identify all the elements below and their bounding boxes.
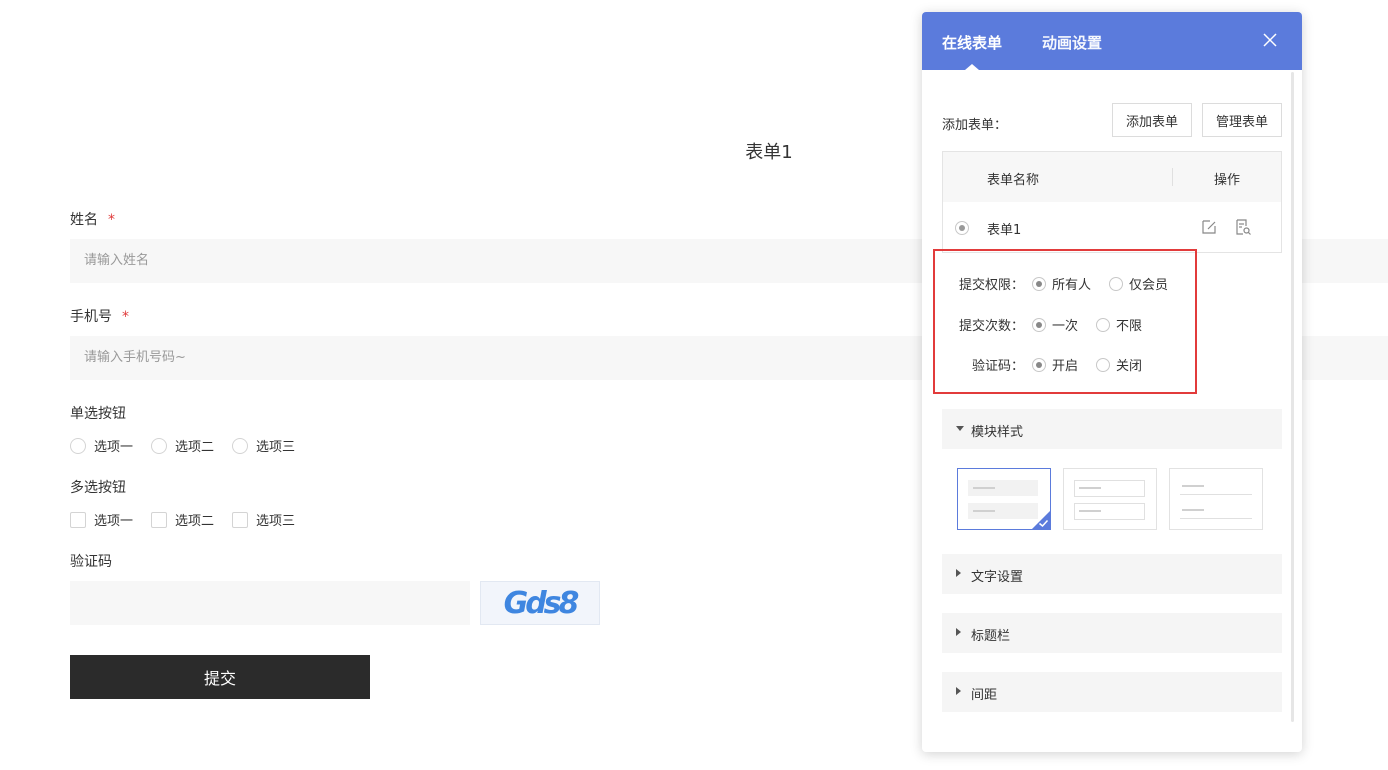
active-tab-indicator [965, 64, 979, 70]
checkbox-option-label: 选项一 [94, 514, 134, 529]
tab-online-form[interactable]: 在线表单 [942, 32, 1002, 53]
required-mark: * [108, 212, 115, 228]
captcha-setting-label: 验证码： [971, 359, 1024, 374]
radio-circle[interactable] [1032, 357, 1046, 372]
panel-header: 在线表单 动画设置 [922, 12, 1302, 70]
radio-circle[interactable] [1096, 317, 1110, 332]
form-list-table: 表单名称 操作 表单1 [942, 151, 1282, 253]
style-card-3[interactable] [1169, 468, 1263, 530]
caret-right-icon [956, 687, 961, 695]
checkbox[interactable] [232, 511, 249, 528]
section-title: 间距 [971, 688, 998, 703]
radio-option-2[interactable]: 选项二 [151, 436, 214, 455]
captcha-option-off[interactable]: 关闭 [1096, 355, 1142, 374]
section-title: 模块样式 [971, 425, 1024, 440]
radio-circle[interactable] [1032, 317, 1046, 332]
radio-option-label: 选项二 [175, 440, 215, 455]
radio-option-label: 选项三 [256, 440, 296, 455]
style-3-preview-icon [1180, 485, 1252, 519]
settings-panel: 在线表单 动画设置 添加表单： 添加表单 管理表单 表单名称 操作 表单1 提交… [922, 12, 1302, 752]
col-action: 操作 [1214, 173, 1241, 188]
checkbox-option-label: 选项二 [175, 514, 215, 529]
radio-circle[interactable] [232, 437, 249, 454]
checkbox[interactable] [70, 511, 86, 528]
col-form-name: 表单名称 [987, 173, 1040, 188]
radio-circle[interactable] [70, 437, 86, 454]
radio-circle[interactable] [1109, 276, 1123, 291]
style-card-2[interactable] [1063, 468, 1157, 530]
option-label: 不限 [1116, 319, 1143, 334]
radio-option-1[interactable]: 选项一 [70, 436, 133, 455]
radio-group-label: 单选按钮 [70, 406, 126, 422]
permission-option-members[interactable]: 仅会员 [1109, 274, 1168, 293]
count-option-unlimited[interactable]: 不限 [1096, 315, 1142, 334]
checkbox-group: 选项一 选项二 选项三 [70, 510, 313, 529]
section-module-style[interactable]: 模块样式 [942, 409, 1282, 449]
captcha-input[interactable] [70, 581, 470, 625]
radio-circle[interactable] [1096, 357, 1110, 372]
manage-form-button[interactable]: 管理表单 [1202, 103, 1282, 137]
submit-count-label: 提交次数： [958, 319, 1024, 334]
column-divider [1172, 168, 1173, 186]
radio-option-3[interactable]: 选项三 [232, 436, 295, 455]
radio-option-label: 选项一 [94, 440, 134, 455]
tab-animation-settings[interactable]: 动画设置 [1042, 32, 1102, 53]
style-card-1[interactable] [957, 468, 1051, 530]
check-icon [1039, 519, 1049, 528]
phone-label-text: 手机号 [70, 309, 112, 325]
checkbox[interactable] [151, 511, 168, 528]
section-title: 标题栏 [971, 629, 1011, 644]
table-row: 表单1 [943, 202, 1281, 252]
captcha-image-text: Gds8 [503, 585, 580, 621]
name-label-text: 姓名 [70, 212, 98, 228]
permission-option-all[interactable]: 所有人 [1032, 274, 1091, 293]
panel-scrollbar[interactable] [1291, 72, 1294, 722]
option-label: 开启 [1052, 359, 1079, 374]
captcha-image[interactable]: Gds8 [480, 581, 600, 625]
checkbox-option-3[interactable]: 选项三 [232, 510, 295, 529]
section-spacing[interactable]: 间距 [942, 672, 1282, 712]
option-label: 仅会员 [1129, 278, 1169, 293]
submit-button[interactable]: 提交 [70, 655, 370, 699]
count-option-once[interactable]: 一次 [1032, 315, 1078, 334]
add-form-button[interactable]: 添加表单 [1112, 103, 1192, 137]
phone-label: 手机号 * [70, 306, 129, 326]
name-label: 姓名 * [70, 209, 115, 229]
captcha-label: 验证码 [70, 554, 112, 570]
caret-down-icon [956, 426, 964, 431]
checkbox-group-label: 多选按钮 [70, 480, 126, 496]
view-data-icon[interactable] [1234, 218, 1252, 236]
captcha-option-on[interactable]: 开启 [1032, 355, 1078, 374]
option-label: 一次 [1052, 319, 1079, 334]
edit-icon[interactable] [1200, 218, 1218, 236]
style-2-preview-icon [1074, 480, 1145, 520]
section-title: 文字设置 [971, 570, 1024, 585]
caret-right-icon [956, 569, 961, 577]
submit-permission-label: 提交权限： [958, 278, 1024, 293]
checkbox-option-1[interactable]: 选项一 [70, 510, 133, 529]
section-text-settings[interactable]: 文字设置 [942, 554, 1282, 594]
add-form-label: 添加表单： [942, 118, 1008, 133]
row-select-radio[interactable] [955, 221, 969, 235]
section-title-bar[interactable]: 标题栏 [942, 613, 1282, 653]
radio-group: 选项一 选项二 选项三 [70, 436, 313, 455]
required-mark: * [122, 309, 129, 325]
radio-circle[interactable] [151, 437, 168, 454]
checkbox-option-label: 选项三 [256, 514, 296, 529]
option-label: 所有人 [1052, 278, 1092, 293]
checkbox-option-2[interactable]: 选项二 [151, 510, 214, 529]
caret-right-icon [956, 628, 961, 636]
close-icon[interactable] [1262, 32, 1278, 48]
radio-circle[interactable] [1032, 276, 1046, 291]
option-label: 关闭 [1116, 359, 1143, 374]
row-form-name: 表单1 [987, 223, 1022, 238]
table-header: 表单名称 操作 [943, 152, 1281, 202]
